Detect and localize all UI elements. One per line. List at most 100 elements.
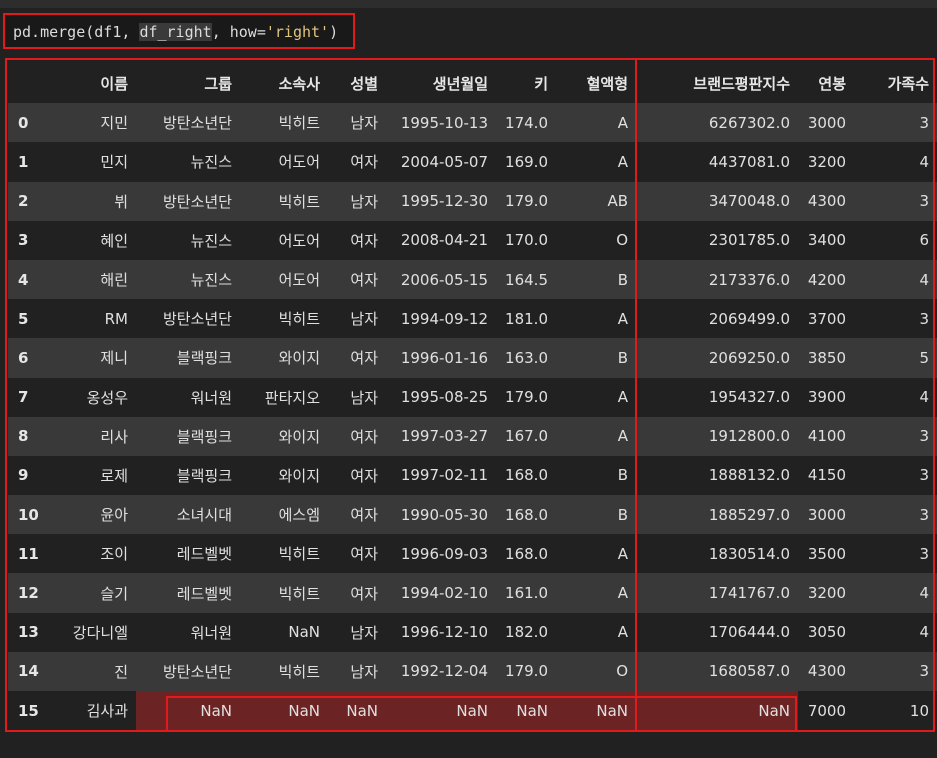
table-cell: 와이지 <box>240 455 328 496</box>
table-cell: 3 <box>854 181 937 221</box>
table-cell: 2173376.0 <box>636 259 798 300</box>
table-row: 6 제니 블랙핑크 와이지 여자 1996-01-16 163.0 B 2069250.0 385… <box>8 338 937 378</box>
row-index: 3 <box>8 220 56 260</box>
table-cell: 3 <box>854 495 937 535</box>
table-cell: 4200 <box>798 259 854 300</box>
table-cell: 4100 <box>798 416 854 456</box>
table-row: 12 슬기 레드벨벳 빅히트 여자 1994-02-10 161.0 A 1741767.0 32… <box>8 573 937 613</box>
table-cell: A <box>556 377 636 417</box>
table-row: 5 RM 방탄소년단 빅히트 남자 1994-09-12 181.0 A 2069499.0 37… <box>8 299 937 339</box>
table-cell: 4 <box>854 377 937 417</box>
table-cell: 3850 <box>798 338 854 378</box>
table-cell: 164.5 <box>496 259 556 300</box>
notebook-top-bar <box>0 0 937 8</box>
table-cell: 3400 <box>798 220 854 260</box>
table-cell: 3 <box>854 455 937 496</box>
table-cell: 4150 <box>798 455 854 496</box>
table-cell: 로제 <box>56 455 136 496</box>
table-cell: 빅히트 <box>240 103 328 143</box>
table-cell: 179.0 <box>496 377 556 417</box>
table-cell: 3050 <box>798 612 854 652</box>
table-cell: B <box>556 495 636 535</box>
table-cell: 4437081.0 <box>636 142 798 182</box>
table-cell: NaN <box>636 691 798 731</box>
row-index: 1 <box>8 142 56 182</box>
table-cell: 여자 <box>328 142 386 182</box>
table-cell: 1885297.0 <box>636 495 798 535</box>
table-cell: A <box>556 612 636 652</box>
table-cell: 지민 <box>56 103 136 143</box>
table-row: 3 혜인 뉴진스 어도어 여자 2008-04-21 170.0 O 2301785.0 3400… <box>8 220 937 260</box>
table-cell: 4300 <box>798 651 854 691</box>
table-cell: A <box>556 573 636 613</box>
table-cell: 뉴진스 <box>136 220 240 260</box>
table-cell: 어도어 <box>240 259 328 300</box>
dataframe-output: 이름 그룹 소속사 성별 생년월일 키 혈액형 브랜드평판지수 연봉 가족수 0… <box>8 64 937 731</box>
table-cell: 1741767.0 <box>636 573 798 613</box>
table-row: 7 옹성우 워너원 판타지오 남자 1995-08-25 179.0 A 1954327.0 39… <box>8 377 937 417</box>
row-index: 7 <box>8 377 56 417</box>
row-index: 12 <box>8 573 56 613</box>
table-row: 2 뷔 방탄소년단 빅히트 남자 1995-12-30 179.0 AB 3470048.0 43… <box>8 181 937 221</box>
table-row: 14 진 방탄소년단 빅히트 남자 1992-12-04 179.0 O 1680587.0 43… <box>8 651 937 691</box>
table-cell: 2301785.0 <box>636 220 798 260</box>
table-cell: B <box>556 338 636 378</box>
table-cell: 163.0 <box>496 338 556 378</box>
table-cell: B <box>556 455 636 496</box>
table-cell: 방탄소년단 <box>136 299 240 339</box>
table-cell: 블랙핑크 <box>136 416 240 456</box>
table-cell: 2008-04-21 <box>386 220 496 260</box>
table-cell: 3 <box>854 103 937 143</box>
table-row: 15 김사과 NaN NaN NaN NaN NaN NaN NaN 7000 10 <box>8 691 937 731</box>
table-cell: 블랙핑크 <box>136 338 240 378</box>
code-cell[interactable]: pd.merge(df1, df_right, how='right') <box>3 13 355 49</box>
code-string-literal: 'right' <box>265 23 330 41</box>
code-line[interactable]: pd.merge(df1, df_right, how='right') <box>13 23 338 41</box>
table-cell: 1888132.0 <box>636 455 798 496</box>
table-cell: O <box>556 651 636 691</box>
table-cell: 블랙핑크 <box>136 455 240 496</box>
row-index: 4 <box>8 259 56 300</box>
table-cell: A <box>556 142 636 182</box>
table-cell: 3 <box>854 299 937 339</box>
table-cell: 진 <box>56 651 136 691</box>
table-cell: 170.0 <box>496 220 556 260</box>
row-index: 8 <box>8 416 56 456</box>
table-cell: 3200 <box>798 573 854 613</box>
table-cell: 와이지 <box>240 416 328 456</box>
table-cell: 1954327.0 <box>636 377 798 417</box>
table-cell: 4 <box>854 612 937 652</box>
table-cell: 여자 <box>328 259 386 300</box>
table-cell: 여자 <box>328 338 386 378</box>
table-cell: NaN <box>496 691 556 731</box>
col-header-salary: 연봉 <box>798 64 854 104</box>
table-cell: A <box>556 299 636 339</box>
table-cell: 1994-09-12 <box>386 299 496 339</box>
table-cell: 2004-05-07 <box>386 142 496 182</box>
table-cell: 조이 <box>56 534 136 574</box>
table-cell: 3470048.0 <box>636 181 798 221</box>
table-cell: NaN <box>386 691 496 731</box>
row-index: 10 <box>8 495 56 535</box>
table-cell: 어도어 <box>240 142 328 182</box>
table-cell: 빅히트 <box>240 181 328 221</box>
table-row: 4 해린 뉴진스 어도어 여자 2006-05-15 164.5 B 2173376.0 4200… <box>8 259 937 300</box>
table-cell: 5 <box>854 338 937 378</box>
table-cell: 3200 <box>798 142 854 182</box>
table-cell: 옹성우 <box>56 377 136 417</box>
table-cell: 181.0 <box>496 299 556 339</box>
table-cell: 1996-01-16 <box>386 338 496 378</box>
table-cell: 4 <box>854 259 937 300</box>
table-row: 13 강다니엘 워너원 NaN 남자 1996-12-10 182.0 A 1706444.0 3… <box>8 612 937 652</box>
table-cell: 1997-03-27 <box>386 416 496 456</box>
table-cell: 3 <box>854 651 937 691</box>
col-header-group: 그룹 <box>136 64 240 104</box>
table-cell: 강다니엘 <box>56 612 136 652</box>
table-cell: NaN <box>136 691 240 731</box>
row-index: 2 <box>8 181 56 221</box>
code-suffix: ) <box>329 23 339 41</box>
table-cell: 여자 <box>328 455 386 496</box>
table-cell: 방탄소년단 <box>136 651 240 691</box>
table-cell: A <box>556 534 636 574</box>
table-cell: 여자 <box>328 495 386 535</box>
